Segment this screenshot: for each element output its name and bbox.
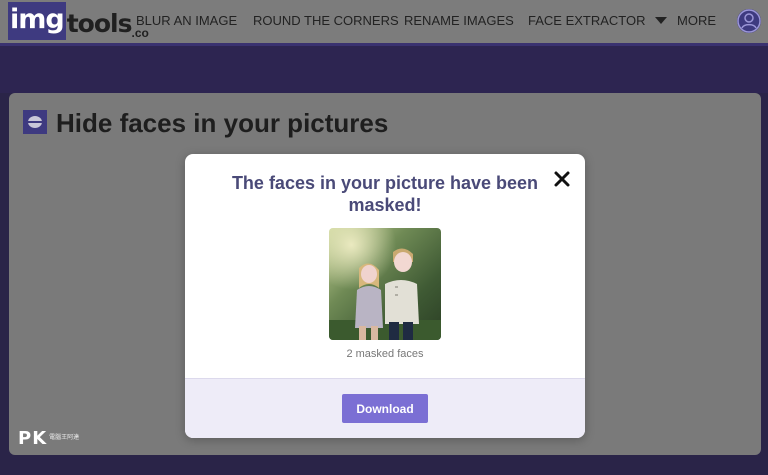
masked-image-preview bbox=[329, 228, 441, 340]
nav-more-label: MORE bbox=[677, 13, 716, 28]
masked-faces-count: 2 masked faces bbox=[346, 348, 424, 360]
user-account-icon[interactable] bbox=[737, 9, 761, 33]
nav-more[interactable]: MORE bbox=[655, 13, 716, 28]
header-band-edge bbox=[0, 43, 768, 46]
page-title: Hide faces in your pictures bbox=[56, 108, 389, 138]
logo-img-text: img bbox=[8, 2, 66, 40]
nav-rename-images[interactable]: RENAME IMAGES bbox=[404, 13, 514, 28]
result-modal: The faces in your picture have been mask… bbox=[185, 154, 585, 438]
watermark-brand: 電腦王阿達 bbox=[49, 435, 80, 441]
watermark-logo: PK bbox=[18, 428, 48, 449]
nav-blur-an-image[interactable]: BLUR AN IMAGE bbox=[136, 13, 237, 28]
modal-title: The faces in your picture have been mask… bbox=[231, 173, 539, 215]
watermark: PK 電腦王阿達 bbox=[18, 428, 79, 449]
header-band bbox=[0, 43, 768, 93]
download-button[interactable]: Download bbox=[342, 394, 428, 423]
top-nav: img tools .co BLUR AN IMAGE ROUND THE CO… bbox=[0, 0, 768, 43]
logo-co-text: .co bbox=[131, 26, 149, 40]
modal-footer: Download bbox=[185, 378, 585, 438]
face-mask-icon bbox=[23, 110, 47, 134]
nav-face-extractor[interactable]: FACE EXTRACTOR bbox=[528, 13, 646, 28]
caret-down-icon bbox=[655, 17, 667, 24]
nav-round-the-corners[interactable]: ROUND THE CORNERS bbox=[253, 13, 399, 28]
close-icon[interactable] bbox=[551, 168, 573, 190]
imgtools-logo[interactable]: img tools .co bbox=[8, 2, 149, 40]
logo-tools-text: tools bbox=[66, 9, 133, 38]
